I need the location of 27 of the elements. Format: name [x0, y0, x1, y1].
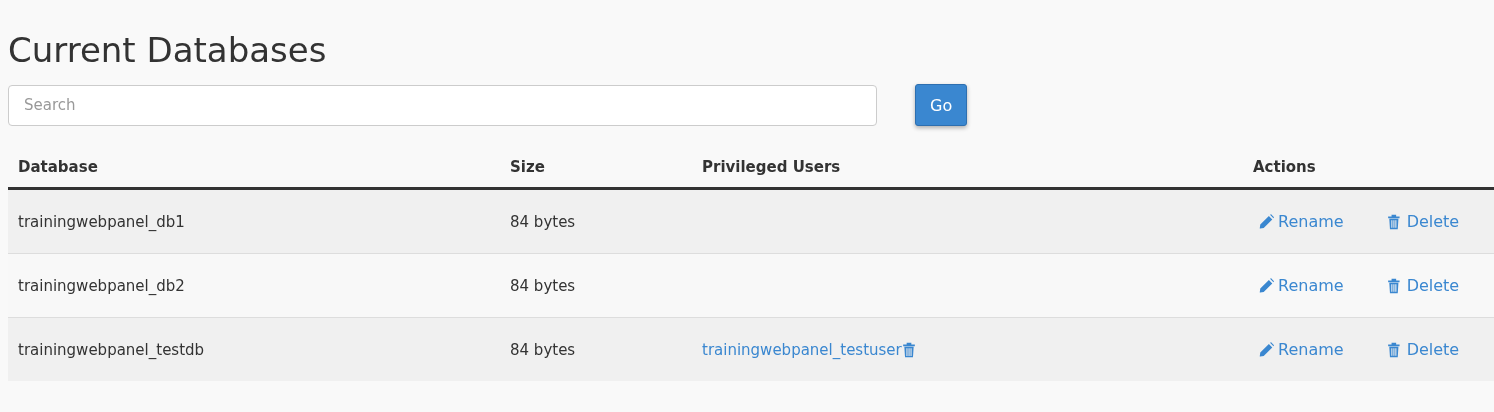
rename-link[interactable]: Rename — [1258, 212, 1344, 231]
pencil-icon — [1258, 341, 1274, 358]
database-name: trainingwebpanel_db1 — [18, 212, 185, 231]
page-title: Current Databases — [8, 29, 327, 72]
delete-link[interactable]: Delete — [1386, 276, 1460, 295]
column-header: Privileged Users — [702, 158, 841, 176]
database-size: 84 bytes — [510, 276, 576, 295]
database-name: trainingwebpanel_db2 — [18, 276, 185, 295]
database-size: 84 bytes — [510, 212, 576, 231]
pencil-icon — [1258, 213, 1274, 230]
trash-icon[interactable] — [901, 342, 916, 358]
trash-icon — [1386, 277, 1403, 294]
rename-link[interactable]: Rename — [1258, 340, 1344, 359]
trash-icon — [1386, 341, 1403, 358]
search-field[interactable]: Search — [8, 84, 877, 126]
delete-link[interactable]: Delete — [1386, 340, 1460, 359]
trash-icon — [1386, 213, 1403, 230]
user-link[interactable]: trainingwebpanel_testuser — [702, 340, 902, 359]
go-button[interactable]: Go — [915, 84, 968, 126]
column-header: Actions — [1253, 158, 1316, 176]
pencil-icon — [1258, 277, 1274, 294]
database-name: trainingwebpanel_testdb — [18, 340, 205, 359]
delete-link[interactable]: Delete — [1386, 212, 1460, 231]
rename-link[interactable]: Rename — [1258, 276, 1344, 295]
column-header: Size — [510, 158, 545, 176]
database-size: 84 bytes — [510, 340, 576, 359]
column-header: Database — [18, 158, 98, 176]
